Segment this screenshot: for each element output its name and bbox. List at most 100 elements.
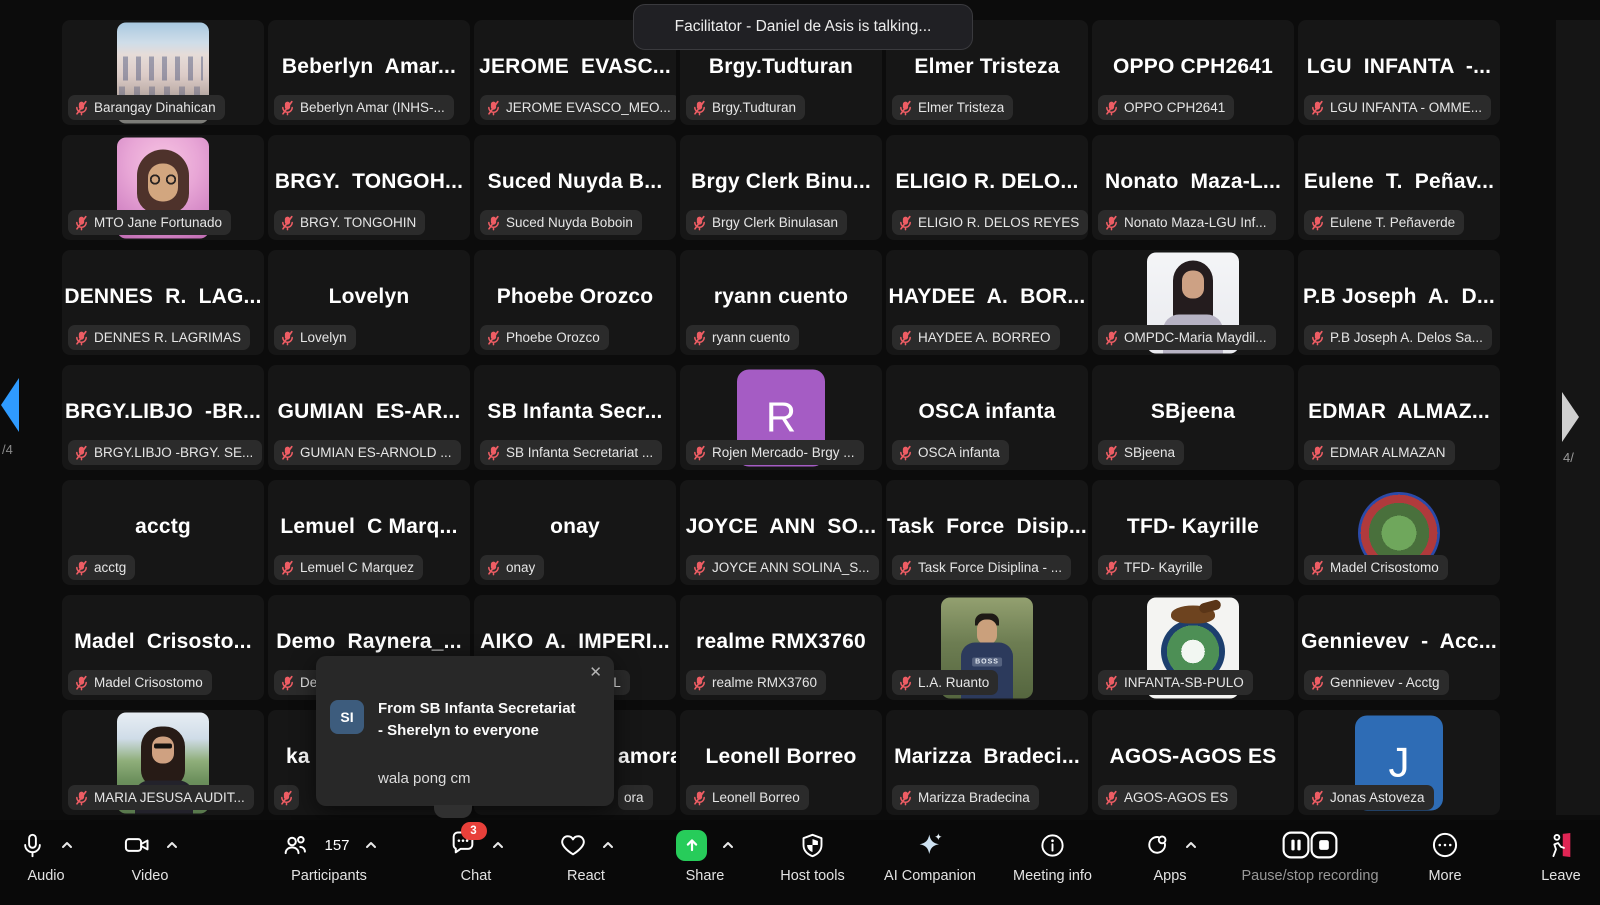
toolbar-button-video[interactable]: Video (102, 829, 198, 884)
participant-tile[interactable]: RRojen Mercado- Brgy ... (680, 365, 882, 470)
toolbar-button-apps[interactable]: Apps (1115, 829, 1225, 884)
participant-tile[interactable]: Phoebe OrozcoPhoebe Orozco (474, 250, 676, 355)
participant-tile[interactable]: OPPO CPH2641OPPO CPH2641 (1092, 20, 1294, 125)
chevron-up-icon[interactable] (166, 841, 178, 849)
avatar-shape (1198, 598, 1222, 613)
participant-tile[interactable]: Lemuel C Marq...Lemuel C Marquez (268, 480, 470, 585)
chat-unread-badge: 3 (461, 822, 487, 840)
participant-tile[interactable]: Leonell BorreoLeonell Borreo (680, 710, 882, 815)
toolbar-button-more[interactable]: More (1395, 829, 1495, 884)
participant-name-chip: realme RMX3760 (686, 670, 826, 695)
shield-icon (799, 832, 826, 859)
toolbar-button-leave[interactable]: Leave (1522, 829, 1600, 884)
toolbar-button-audio[interactable]: Audio (0, 829, 92, 884)
participant-tile[interactable]: GUMIAN ES-AR...GUMIAN ES-ARNOLD ... (268, 365, 470, 470)
chevron-up-icon[interactable] (492, 841, 504, 849)
page-indicator-left: /4 (2, 442, 13, 457)
chevron-up-icon[interactable] (61, 841, 73, 849)
participant-tile[interactable]: OMPDC-Maria Maydil... (1092, 250, 1294, 355)
participant-tile[interactable]: Nonato Maza-L...Nonato Maza-LGU Inf... (1092, 135, 1294, 240)
participant-tile[interactable]: MTO Jane Fortunado (62, 135, 264, 240)
participant-tile[interactable]: EDMAR ALMAZ...EDMAR ALMAZAN (1298, 365, 1500, 470)
participant-tile[interactable]: BRGY. TONGOH...BRGY. TONGOHIN (268, 135, 470, 240)
chevron-up-icon[interactable] (365, 841, 377, 849)
avatar-shape (977, 619, 997, 644)
participant-tile[interactable]: realme RMX3760realme RMX3760 (680, 595, 882, 700)
participant-tile[interactable]: MARIA JESUSA AUDIT... (62, 710, 264, 815)
participant-tile[interactable]: acctgacctg (62, 480, 264, 585)
participant-tile[interactable]: JOYCE ANN SO...JOYCE ANN SOLINA_S... (680, 480, 882, 585)
participant-tile[interactable]: DENNES R. LAG...DENNES R. LAGRIMAS (62, 250, 264, 355)
participant-tile[interactable]: INFANTA-SB-PULO (1092, 595, 1294, 700)
participant-tile[interactable]: LovelynLovelyn (268, 250, 470, 355)
participant-name-label: Beberlyn Amar (INHS-... (300, 100, 445, 115)
participant-tile[interactable]: AGOS-AGOS ESAGOS-AGOS ES (1092, 710, 1294, 815)
participant-tile[interactable]: onayonay (474, 480, 676, 585)
mic-muted-icon (1104, 675, 1119, 691)
participant-tile[interactable]: LGU INFANTA -...LGU INFANTA - OMME... (1298, 20, 1500, 125)
meeting-toolbar: Audio Video 157 Participants 3 (0, 820, 1600, 905)
avatar-initial: J (1389, 739, 1410, 787)
toolbar-label-apps: Apps (1153, 868, 1186, 884)
participant-tile[interactable]: BOSSL.A. Ruanto (886, 595, 1088, 700)
toolbar-button-meeting-info[interactable]: Meeting info (995, 829, 1110, 884)
participant-tile[interactable]: OSCA infantaOSCA infanta (886, 365, 1088, 470)
participant-name-chip: GUMIAN ES-ARNOLD ... (274, 440, 461, 465)
avatar-initial: R (766, 394, 796, 442)
mic-muted-icon (1310, 215, 1325, 231)
participant-tile[interactable]: Beberlyn Amar...Beberlyn Amar (INHS-... (268, 20, 470, 125)
gallery-next-page-button[interactable]: 4/ (1560, 388, 1600, 478)
participant-name-chip: JEROME EVASCO_MEO... (480, 95, 676, 120)
participant-tile[interactable]: Madel Crisosto...Madel Crisostomo (62, 595, 264, 700)
participant-name-chip: MTO Jane Fortunado (68, 210, 231, 235)
participant-tile[interactable]: ELIGIO R. DELO...ELIGIO R. DELOS REYES (886, 135, 1088, 240)
mic-muted-icon (1310, 100, 1325, 116)
participant-tile[interactable]: Suced Nuyda B...Suced Nuyda Boboin (474, 135, 676, 240)
participant-tile[interactable]: Madel Crisostomo (1298, 480, 1500, 585)
mic-muted-icon (280, 445, 295, 461)
toolbar-button-participants[interactable]: 157 Participants (253, 829, 405, 884)
toolbar-button-chat[interactable]: 3 Chat (415, 829, 537, 884)
toolbar-label-react: React (567, 868, 605, 884)
mic-muted-icon (486, 215, 501, 231)
gallery-prev-page-button[interactable]: /4 (0, 376, 30, 466)
toolbar-button-share[interactable]: Share (650, 829, 760, 884)
active-speaker-banner: Facilitator - Daniel de Asis is talking.… (633, 4, 973, 50)
participant-tile[interactable]: HAYDEE A. BOR...HAYDEE A. BORREO (886, 250, 1088, 355)
participant-name-chip: SB Infanta Secretariat ... (480, 440, 662, 465)
avatar-shirt-text: BOSS (972, 657, 1002, 666)
active-speaker-text: Facilitator - Daniel de Asis is talking.… (675, 18, 932, 36)
chevron-up-icon[interactable] (1185, 841, 1197, 849)
chevron-up-icon[interactable] (602, 841, 614, 849)
participant-tile[interactable]: Marizza Bradeci...Marizza Bradecina (886, 710, 1088, 815)
participant-tile[interactable]: BRGY.LIBJO -BR...BRGY.LIBJO -BRGY. SE... (62, 365, 264, 470)
toolbar-button-react[interactable]: React (540, 829, 632, 884)
participant-tile[interactable]: SB Infanta Secr...SB Infanta Secretariat… (474, 365, 676, 470)
participant-tile[interactable]: Barangay Dinahican (62, 20, 264, 125)
participant-tile[interactable]: TFD- KayrilleTFD- Kayrille (1092, 480, 1294, 585)
mic-muted-icon (280, 330, 295, 346)
toolbar-label-video: Video (132, 868, 169, 884)
apps-icon (1143, 832, 1170, 859)
participant-tile[interactable]: Task Force Disip...Task Force Disiplina … (886, 480, 1088, 585)
close-icon[interactable]: ✕ (589, 664, 602, 682)
participant-name-label: Phoebe Orozco (506, 330, 600, 345)
participant-name-label: Marizza Bradecina (918, 790, 1030, 805)
participant-tile[interactable]: Brgy Clerk Binu...Brgy Clerk Binulasan (680, 135, 882, 240)
chat-preview-popup[interactable]: ✕ SI From SB Infanta Secretariat - Shere… (316, 656, 614, 806)
toolbar-button-host-tools[interactable]: Host tools (760, 829, 865, 884)
participant-tile[interactable]: Eulene T. Peñav...Eulene T. Peñaverde (1298, 135, 1500, 240)
participant-tile[interactable]: Gennievev - Acc...Gennievev - Acctg (1298, 595, 1500, 700)
participant-tile[interactable]: P.B Joseph A. D...P.B Joseph A. Delos Sa… (1298, 250, 1500, 355)
participant-name-label: LGU INFANTA - OMME... (1330, 100, 1482, 115)
mic-muted-icon (74, 790, 89, 806)
toolbar-button-ai-companion[interactable]: AI Companion (870, 829, 990, 884)
participant-tile[interactable]: JJonas Astoveza (1298, 710, 1500, 815)
participant-name-chip: MARIA JESUSA AUDIT... (68, 785, 254, 810)
mic-muted-icon (74, 330, 89, 346)
participant-tile[interactable]: ryann cuentoryann cuento (680, 250, 882, 355)
chevron-up-icon[interactable] (722, 841, 734, 849)
participant-tile[interactable]: SBjeenaSBjeena (1092, 365, 1294, 470)
avatar-shape (150, 174, 176, 185)
toolbar-button-pause-stop-recording[interactable]: Pause/stop recording (1232, 829, 1388, 884)
